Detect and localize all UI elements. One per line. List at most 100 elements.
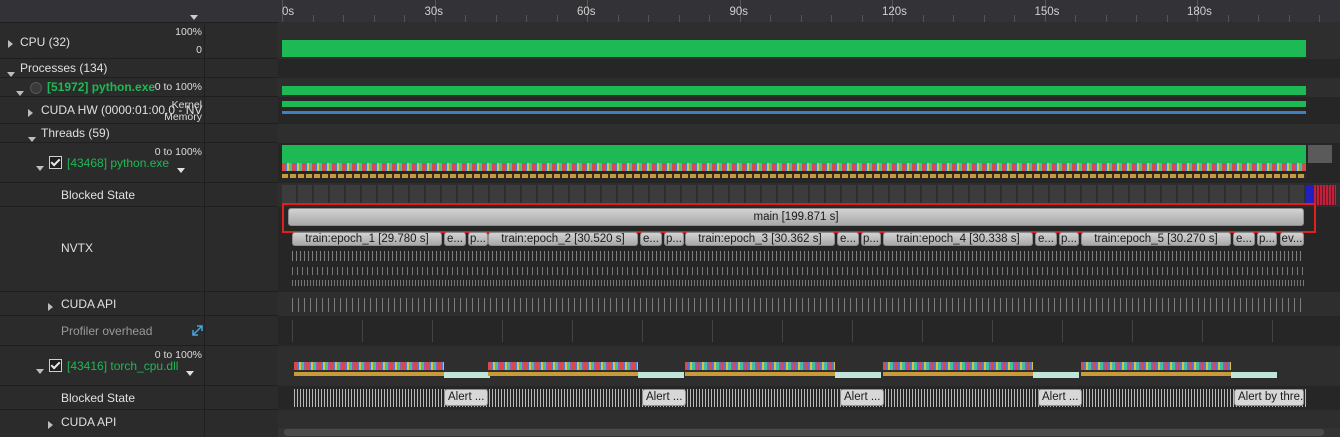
ruler-minor-tick	[983, 15, 985, 22]
ruler-minor-tick	[1166, 15, 1168, 22]
expand-arrow-icon[interactable]	[8, 37, 13, 51]
processes-lane	[278, 59, 1340, 78]
thread-state-strip	[282, 174, 1306, 178]
nvtx-process-range[interactable]: p...	[468, 232, 488, 246]
row-blocked-state-python[interactable]: Blocked State	[0, 183, 278, 207]
profiler-overhead-label: Profiler overhead	[61, 324, 153, 338]
chevron-down-icon[interactable]	[36, 363, 44, 377]
nvtx-subranges-3	[292, 280, 1304, 286]
row-thread-python[interactable]: [43468] python.exe 0 to 100%	[0, 143, 278, 183]
nvtx-process-range[interactable]: p...	[1059, 232, 1079, 246]
ruler-minor-tick	[312, 15, 314, 22]
torch-state-block	[685, 372, 835, 376]
nvtx-eval-range[interactable]: e...	[1233, 232, 1255, 246]
nvtx-eval-range[interactable]: e...	[837, 232, 859, 246]
torch-idle-block	[1231, 372, 1277, 378]
nvtx-epoch-range[interactable]: train:epoch_5 [30.270 s]	[1081, 232, 1231, 246]
timeline-area[interactable]: main [199.871 s] train:epoch_1 [29.780 s…	[278, 22, 1340, 437]
scrollbar-thumb[interactable]	[284, 429, 1324, 436]
dropdown-icon[interactable]	[186, 365, 194, 379]
nvtx-epoch-range[interactable]: train:epoch_1 [29.780 s]	[292, 232, 442, 246]
nvtx-process-range[interactable]: p...	[664, 232, 684, 246]
torch-state-block	[488, 372, 638, 376]
cuda-api-label: CUDA API	[61, 415, 117, 429]
checkbox-icon[interactable]	[49, 156, 62, 169]
nvtx-eval-range[interactable]: e...	[444, 232, 466, 246]
alert-marker[interactable]: Alert ...	[444, 389, 488, 406]
chevron-down-icon[interactable]	[190, 9, 198, 23]
python-process-scale: 0 to 100%	[154, 81, 202, 93]
row-blocked-state-torch[interactable]: Blocked State	[0, 386, 278, 410]
torch-state-block	[1081, 372, 1231, 376]
ruler-minor-tick	[404, 15, 405, 22]
checkbox-icon[interactable]	[49, 359, 62, 372]
ruler-tick-label: 60s	[577, 6, 596, 18]
cpu-lane	[278, 22, 1340, 59]
ruler-minor-tick	[770, 15, 771, 22]
profiler-overhead-lane	[278, 316, 1340, 346]
ruler-minor-tick	[526, 15, 527, 22]
dropdown-icon[interactable]	[177, 162, 185, 176]
ruler-tick-label: 150s	[1034, 6, 1060, 18]
blocked-state-label: Blocked State	[61, 391, 136, 405]
ruler-minor-tick	[1227, 15, 1229, 22]
ruler-tick-label: 0s	[282, 6, 295, 18]
ruler-minor-tick	[343, 15, 344, 22]
expand-arrow-icon[interactable]	[28, 106, 33, 120]
ruler-tick-label: 30s	[424, 6, 444, 18]
ruler-minor-tick	[709, 15, 710, 22]
nvtx-eval-range[interactable]: e...	[640, 232, 662, 246]
blocked-state-label: Blocked State	[61, 188, 136, 202]
torch-callstack-block	[883, 362, 1033, 370]
ruler-minor-tick	[373, 15, 375, 22]
nvtx-main-range[interactable]: main [199.871 s]	[288, 208, 1304, 226]
expand-arrow-icon[interactable]	[48, 300, 53, 314]
thread-torch-lane	[278, 346, 1340, 386]
ruler-minor-tick	[922, 15, 924, 22]
cuda-hw-kernel: Kernel	[171, 99, 202, 111]
ruler-minor-tick	[556, 15, 558, 22]
nvtx-tail-range[interactable]: ev...	[1280, 232, 1304, 246]
nvtx-process-range[interactable]: p...	[1257, 232, 1277, 246]
ruler-minor-tick	[678, 15, 680, 22]
alert-marker[interactable]: Alert ...	[840, 389, 884, 406]
thread-usage-area	[282, 145, 1306, 163]
nvtx-epoch-range[interactable]: train:epoch_2 [30.520 s]	[488, 232, 638, 246]
cuda-api-label: CUDA API	[61, 297, 117, 311]
kernel-usage-area	[282, 101, 1306, 107]
row-profiler-overhead[interactable]: Profiler overhead	[0, 316, 278, 346]
ruler-tick-label: 180s	[1187, 6, 1212, 18]
time-ruler[interactable]: 0s 30s 60s 90s 120s 150s 180s	[278, 0, 1340, 23]
alert-marker[interactable]: Alert ...	[642, 389, 686, 406]
nvtx-epoch-range[interactable]: train:epoch_3 [30.362 s]	[685, 232, 835, 246]
row-cuda-api-torch[interactable]: CUDA API	[0, 410, 278, 437]
torch-callstack-block	[488, 362, 638, 370]
nvtx-eval-range[interactable]: e...	[1035, 232, 1057, 246]
row-nvtx[interactable]: NVTX	[0, 207, 278, 292]
horizontal-scrollbar[interactable]	[278, 428, 1340, 437]
nvtx-epoch-range[interactable]: train:epoch_4 [30.338 s]	[883, 232, 1033, 246]
row-cuda-hw[interactable]: CUDA HW (0000:01:00.0 - NVI Kernel Memor…	[0, 97, 278, 124]
expand-arrow-icon[interactable]	[48, 418, 53, 432]
nvtx-subranges-1	[292, 251, 1304, 261]
cpu-scale-bottom: 0	[196, 44, 202, 56]
thread-torch-scale: 0 to 100%	[154, 349, 202, 361]
cpu-usage-area	[282, 40, 1306, 57]
ruler-minor-tick	[1105, 15, 1107, 22]
alert-marker[interactable]: Alert ...	[1038, 389, 1082, 406]
row-thread-torch[interactable]: [43416] torch_cpu.dll 0 to 100%	[0, 346, 278, 386]
filter-header[interactable]	[0, 0, 204, 23]
python-process-lane	[278, 78, 1340, 97]
chevron-down-icon[interactable]	[36, 160, 44, 174]
row-cuda-api-python[interactable]: CUDA API	[0, 292, 278, 316]
row-processes[interactable]: Processes (134)	[0, 59, 278, 78]
row-cpu[interactable]: CPU (32) 100% 0	[0, 22, 278, 59]
nvtx-process-range[interactable]: p...	[861, 232, 881, 246]
row-python-process[interactable]: [51972] python.exe 0 to 100%	[0, 78, 278, 97]
ruler-minor-tick	[1075, 15, 1076, 22]
torch-state-block	[883, 372, 1033, 376]
row-threads[interactable]: Threads (59)	[0, 124, 278, 143]
alert-marker[interactable]: Alert by thre...	[1234, 389, 1304, 406]
link-arrow-icon[interactable]	[191, 324, 204, 337]
ruler-minor-tick	[953, 15, 954, 22]
